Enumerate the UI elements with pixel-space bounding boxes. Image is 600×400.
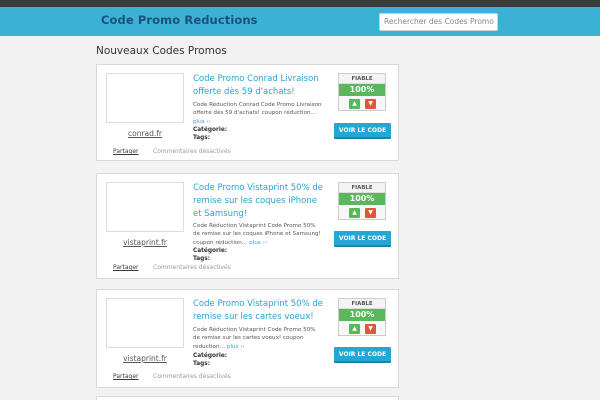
more-link[interactable]: plus ›› [249,240,267,246]
reliability-label: FIABLE [339,299,385,309]
share-link[interactable]: Partager [113,148,139,155]
coupon-description: Code Réduction Vistaprint Code Promo 50%… [193,222,323,247]
comments-status: Commentaires désactivés [153,148,231,155]
reliability-badge: FIABLE 100% ▲ ▼ [338,182,386,220]
thumbs-up-icon[interactable]: ▲ [349,208,360,218]
view-code-button[interactable]: VOIR LE CODE [334,347,391,363]
coupon-title[interactable]: Code Promo Vistaprint 50% de remise sur … [193,298,325,324]
reliability-percent: 100% [339,193,385,205]
thumbs-down-icon[interactable]: ▼ [365,324,376,334]
reliability-badge: FIABLE 100% ▲ ▼ [338,298,386,336]
tags-label: Tags: [193,135,211,141]
merchant-logo[interactable] [106,73,184,123]
comments-status: Commentaires désactivés [153,373,231,380]
tags-label: Tags: [193,361,211,367]
merchant-link[interactable]: vistaprint.fr [106,354,184,363]
site-title[interactable]: Code Promo Reductions [101,13,258,27]
comments-status: Commentaires désactivés [153,264,231,271]
coupon-description: Code Réduction Vistaprint Code Promo 50%… [193,326,323,351]
coupon-card: vistaprint.fr Partager Commentaires désa… [96,173,399,279]
reliability-percent: 100% [339,84,385,96]
merchant-logo[interactable] [106,298,184,348]
reliability-badge: FIABLE 100% ▲ ▼ [338,73,386,111]
site-header: Code Promo Reductions Rechercher des Cod… [0,7,600,36]
search-input[interactable]: Rechercher des Codes Promo [379,13,498,31]
thumbs-up-icon[interactable]: ▲ [349,324,360,334]
reliability-label: FIABLE [339,74,385,84]
thumbs-down-icon[interactable]: ▼ [365,99,376,109]
search-placeholder: Rechercher des Codes Promo [384,17,494,26]
more-link[interactable]: plus ›› [193,119,211,125]
coupon-card-partial [96,396,399,400]
coupon-card: vistaprint.fr Partager Commentaires désa… [96,289,399,388]
reliability-percent: 100% [339,309,385,321]
coupon-description: Code Réduction Conrad Code Promo Livrais… [193,101,323,126]
reliability-label: FIABLE [339,183,385,193]
tags-label: Tags: [193,256,211,262]
description-text: Code Réduction Conrad Code Promo Livrais… [193,102,322,117]
top-dark-bar [0,0,600,7]
share-link[interactable]: Partager [113,373,139,380]
coupon-title[interactable]: Code Promo Vistaprint 50% de remise sur … [193,182,325,221]
merchant-link[interactable]: conrad.fr [106,129,184,138]
merchant-logo[interactable] [106,182,184,232]
description-text: Code Réduction Vistaprint Code Promo 50%… [193,327,316,350]
view-code-button[interactable]: VOIR LE CODE [334,123,391,139]
share-link[interactable]: Partager [113,264,139,271]
more-link[interactable]: plus ›› [227,344,245,350]
view-code-button[interactable]: VOIR LE CODE [334,231,391,247]
section-title: Nouveaux Codes Promos [96,45,227,57]
merchant-link[interactable]: vistaprint.fr [106,238,184,247]
thumbs-up-icon[interactable]: ▲ [349,99,360,109]
thumbs-down-icon[interactable]: ▼ [365,208,376,218]
coupon-card: conrad.fr Partager Commentaires désactiv… [96,64,399,161]
coupon-title[interactable]: Code Promo Conrad Livraison offerte dès … [193,73,325,99]
